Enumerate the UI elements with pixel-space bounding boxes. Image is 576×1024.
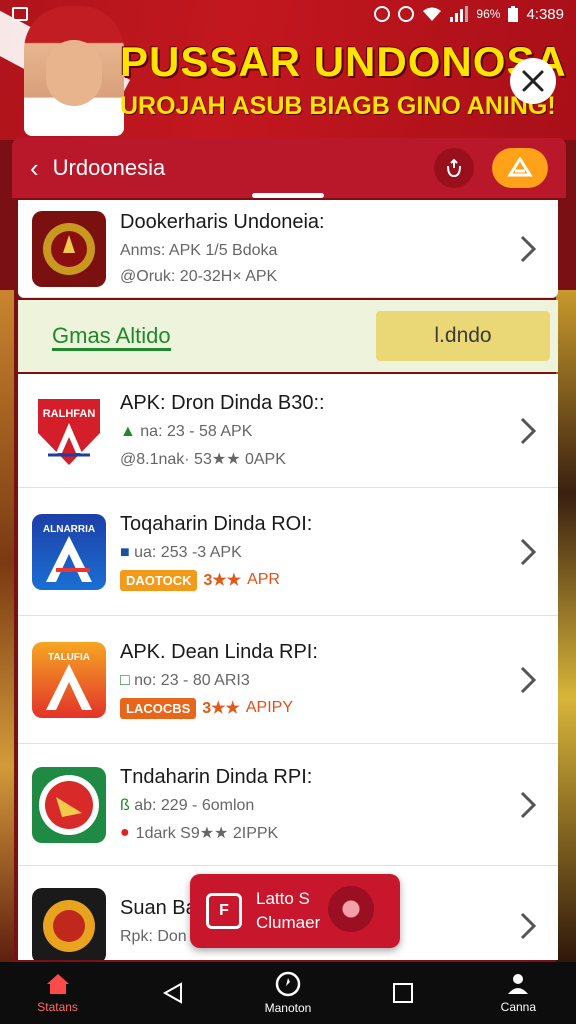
wifi-icon bbox=[423, 7, 442, 21]
list-item[interactable]: Tndaharin Dinda RPI: ß ab: 229 - 6omlon … bbox=[18, 744, 558, 866]
promo-strip: Gmas Altido l.dndo bbox=[18, 300, 558, 372]
status-badge: DAOTOCK bbox=[120, 569, 198, 591]
square-icon bbox=[393, 983, 414, 1003]
nav-profile[interactable]: Canna bbox=[468, 963, 568, 1023]
app-logo-shield: RALHFAN bbox=[32, 392, 106, 469]
app-meta: □ no: 23 - 80 ARI3 bbox=[120, 671, 250, 689]
share-button[interactable] bbox=[434, 148, 474, 188]
back-triangle-icon bbox=[162, 982, 182, 1004]
clock: 4:389 bbox=[526, 5, 564, 23]
chevron-right-icon bbox=[508, 538, 548, 566]
app-logo-blue: ALNARRIA bbox=[32, 513, 106, 590]
nav-recents[interactable] bbox=[353, 963, 453, 1023]
app-meta-secondary: @Oruk: 20-32H× APK bbox=[120, 268, 278, 285]
app-name: APK: Dron Dinda B30:: bbox=[120, 392, 325, 414]
app-meta-secondary: ● 1dark S9★★ 2IPPK bbox=[120, 824, 279, 842]
close-icon bbox=[522, 70, 544, 92]
app-meta-secondary: LACOCBS 3★★ APIPY bbox=[120, 697, 508, 719]
promo-button[interactable]: l.dndo bbox=[376, 311, 550, 361]
chevron-right-icon bbox=[508, 666, 548, 694]
app-list: Dookerharis Undoneia: Anms: APK 1/5 Bdok… bbox=[18, 200, 558, 960]
app-badge-icon: F bbox=[206, 893, 242, 929]
file-type-tag: APIPY bbox=[245, 699, 294, 716]
share-icon bbox=[447, 158, 461, 178]
app-name: APK. Dean Linda RPI: bbox=[120, 640, 318, 663]
background-right-decoration bbox=[556, 290, 576, 970]
app-logo-emblem bbox=[32, 210, 106, 287]
chevron-right-icon bbox=[508, 791, 548, 819]
nav-center-label: Manoton bbox=[264, 1001, 312, 1015]
page-title: Urdoonesia bbox=[52, 155, 166, 180]
app-logo-green bbox=[32, 766, 106, 843]
svg-text:RALHFAN: RALHFAN bbox=[43, 408, 96, 420]
app-logo-orange: TALUFIA bbox=[32, 641, 106, 718]
svg-text:TALUFIA: TALUFIA bbox=[48, 652, 90, 663]
list-item[interactable]: TALUFIA APK. Dean Linda RPI: □ no: 23 - … bbox=[18, 616, 558, 744]
drag-handle[interactable] bbox=[252, 193, 324, 198]
chevron-right-icon bbox=[508, 417, 548, 445]
chevron-right-icon bbox=[508, 235, 548, 263]
app-meta: ▲ na: 23 - 58 APK bbox=[120, 423, 253, 440]
promo-label: Gmas Altido bbox=[52, 323, 376, 351]
signal-icon bbox=[450, 6, 469, 22]
app-meta: ■ ua: 253 -3 APK bbox=[120, 543, 242, 561]
nav-center[interactable]: Manoton bbox=[238, 963, 338, 1023]
person-icon bbox=[508, 974, 529, 994]
svg-text:ALNARRIA: ALNARRIA bbox=[43, 524, 95, 535]
compass-icon bbox=[275, 971, 301, 997]
list-item[interactable]: Dookerharis Undoneia: Anms: APK 1/5 Bdok… bbox=[18, 200, 558, 298]
app-meta-secondary: @8.1nak· 53★★ 0APK bbox=[120, 451, 286, 468]
chevron-right-icon bbox=[508, 912, 548, 940]
nav-home-label: Statans bbox=[37, 1000, 78, 1014]
app-meta: ß ab: 229 - 6omlon bbox=[120, 797, 255, 814]
bottom-nav: Statans Manoton Canna bbox=[0, 962, 576, 1024]
nav-home[interactable]: Statans bbox=[8, 963, 108, 1023]
nav-back[interactable] bbox=[123, 963, 223, 1023]
app-name: Toqaharin Dinda ROI: bbox=[120, 512, 313, 535]
app-logo-dark bbox=[32, 887, 106, 960]
app-meta: Anms: APK 1/5 Bdoka bbox=[120, 242, 278, 259]
download-button[interactable] bbox=[492, 148, 548, 188]
app-name: Dookerharis Undoneia: bbox=[120, 211, 325, 233]
notification-title: Latto S bbox=[256, 889, 310, 908]
app-header: ‹ Urdoonesia bbox=[12, 138, 566, 198]
floating-notification[interactable]: F Latto S Clumaer bbox=[190, 874, 400, 948]
banner-title: PUSSAR UNDONOSA bbox=[120, 38, 567, 85]
app-meta-secondary: DAOTOCK 3★★ APR bbox=[120, 569, 508, 591]
flower-icon bbox=[328, 886, 374, 932]
alarm-icon bbox=[374, 6, 391, 22]
rating-stars: 3★★ bbox=[203, 572, 242, 589]
home-icon bbox=[46, 974, 69, 994]
nav-profile-label: Canna bbox=[500, 1000, 537, 1014]
download-icon bbox=[507, 157, 533, 177]
image-icon bbox=[12, 7, 28, 21]
rating-stars: 3★★ bbox=[202, 700, 240, 717]
battery-icon bbox=[508, 6, 519, 22]
list-item[interactable]: ALNARRIA Toqaharin Dinda ROI: ■ ua: 253 … bbox=[18, 488, 558, 616]
sync-icon bbox=[398, 6, 415, 22]
notification-subtitle: Clumaer bbox=[256, 913, 321, 932]
status-bar: 96% 4:389 bbox=[0, 0, 576, 28]
banner-subtitle: UROJAH ASUB BIAGB GINO ANING! bbox=[120, 92, 556, 120]
file-type-tag: APR bbox=[247, 571, 280, 588]
status-badge: LACOCBS bbox=[120, 697, 197, 719]
app-name: Tndaharin Dinda RPI: bbox=[120, 766, 313, 788]
back-icon[interactable]: ‹ bbox=[30, 153, 39, 184]
list-item[interactable]: RALHFAN APK: Dron Dinda B30:: ▲ na: 23 -… bbox=[18, 374, 558, 488]
close-button[interactable] bbox=[510, 58, 556, 104]
battery-percent: 96% bbox=[476, 7, 501, 21]
background-left-decoration bbox=[0, 290, 14, 970]
